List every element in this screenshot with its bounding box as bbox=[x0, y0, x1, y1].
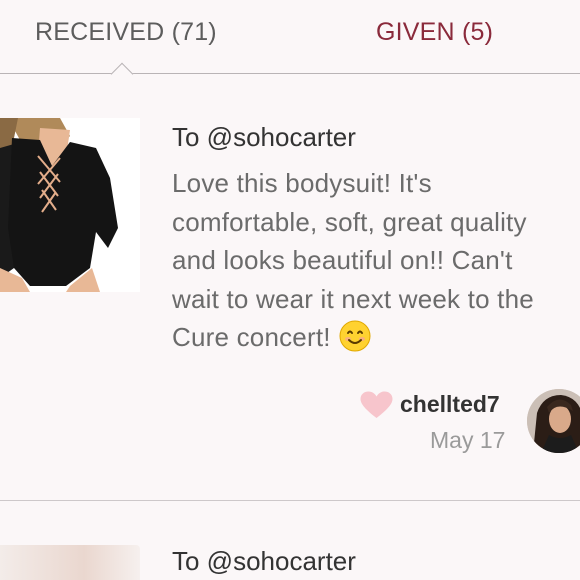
tab-received-label: RECEIVED bbox=[35, 18, 165, 46]
review-recipient[interactable]: To @sohocarter bbox=[172, 122, 356, 153]
heart-icon[interactable] bbox=[360, 391, 393, 419]
tab-received[interactable]: RECEIVED (71) bbox=[35, 18, 217, 47]
reviewer-username[interactable]: chellted7 bbox=[400, 391, 500, 418]
avatar[interactable] bbox=[527, 389, 580, 453]
tab-given-count: (5) bbox=[461, 18, 494, 46]
smiling-face-icon bbox=[339, 320, 371, 352]
review-text-line: comfortable, soft, great quality bbox=[172, 206, 527, 237]
active-tab-indicator bbox=[110, 62, 134, 86]
tab-underline bbox=[0, 73, 580, 74]
product-thumbnail[interactable] bbox=[0, 118, 140, 292]
bodysuit-image bbox=[0, 118, 140, 292]
review-text: Love this bodysuit! It's comfortable, so… bbox=[172, 164, 580, 357]
tab-given-label: GIVEN bbox=[376, 18, 455, 46]
card-divider bbox=[0, 500, 580, 501]
review-text-line: Cure concert! bbox=[172, 322, 331, 352]
tab-given[interactable]: GIVEN (5) bbox=[376, 18, 493, 47]
review-text-line-last: Cure concert! bbox=[172, 318, 580, 357]
product-thumbnail[interactable] bbox=[0, 545, 140, 580]
review-text-line: and looks beautiful on!! Can't bbox=[172, 245, 513, 275]
review-date: May 17 bbox=[430, 427, 506, 453]
tab-bar: RECEIVED (71) GIVEN (5) bbox=[0, 0, 580, 86]
review-text-line: Love this bodysuit! It's bbox=[172, 168, 432, 198]
review-text-line: wait to wear it next week to the bbox=[172, 283, 534, 314]
tab-received-count: (71) bbox=[171, 18, 217, 46]
review-recipient[interactable]: To @sohocarter bbox=[172, 546, 356, 577]
